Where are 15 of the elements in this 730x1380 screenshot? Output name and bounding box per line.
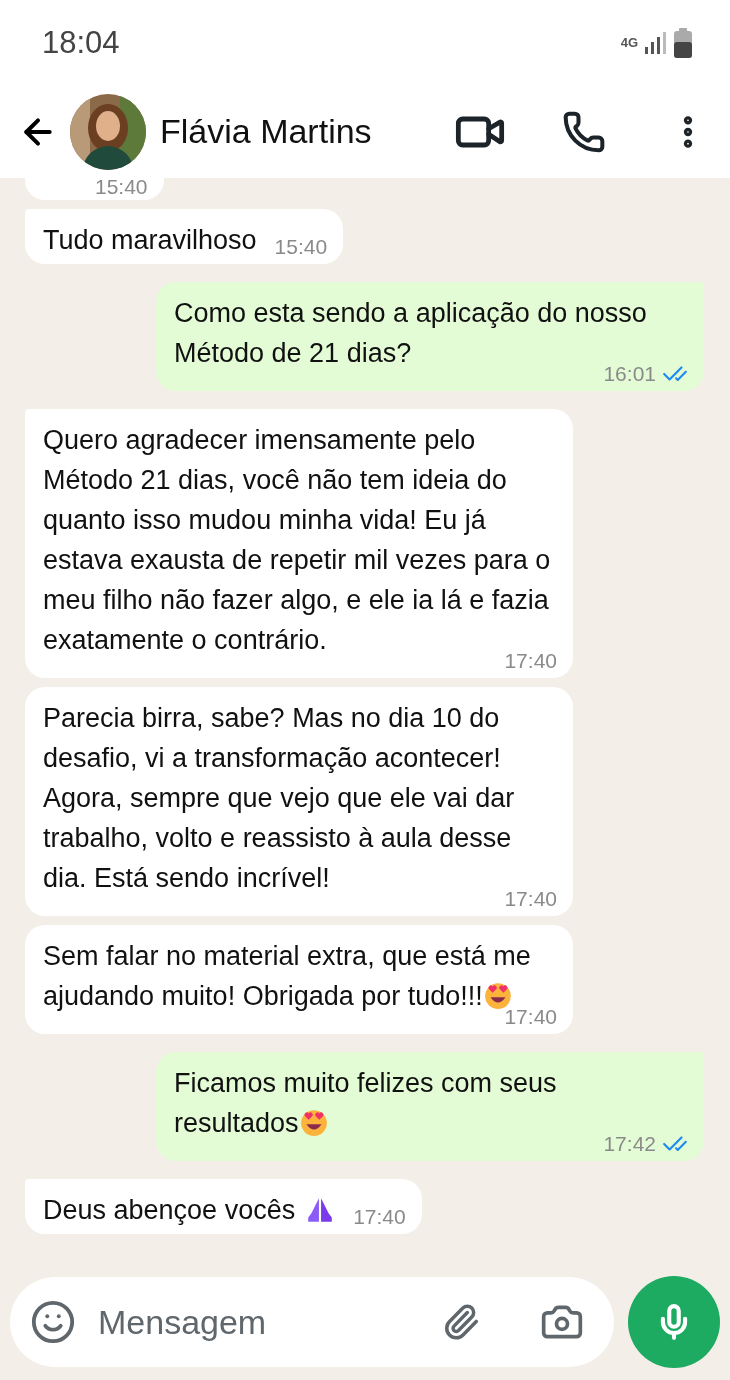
- emoji-icon[interactable]: [30, 1299, 76, 1345]
- status-time: 18:04: [42, 24, 120, 61]
- message-time: 17:42: [603, 1131, 656, 1157]
- paperclip-icon[interactable]: [442, 1303, 480, 1341]
- message-time: 17:40: [353, 1204, 406, 1230]
- network-type: 4G: [620, 36, 638, 49]
- message-time: 15:40: [95, 178, 148, 200]
- message-text: Ficamos muito felizes com seus resultados: [174, 1067, 558, 1140]
- message-text: Deus abençoe vocês: [43, 1190, 336, 1230]
- contact-name[interactable]: Flávia Martins: [160, 112, 442, 151]
- message-input[interactable]: Mensagem: [96, 1301, 422, 1343]
- battery-icon: [674, 27, 692, 58]
- signal-icon: [644, 30, 668, 55]
- message-time: 15:40: [274, 234, 328, 260]
- message-text: Tudo maravilhoso: [43, 224, 257, 257]
